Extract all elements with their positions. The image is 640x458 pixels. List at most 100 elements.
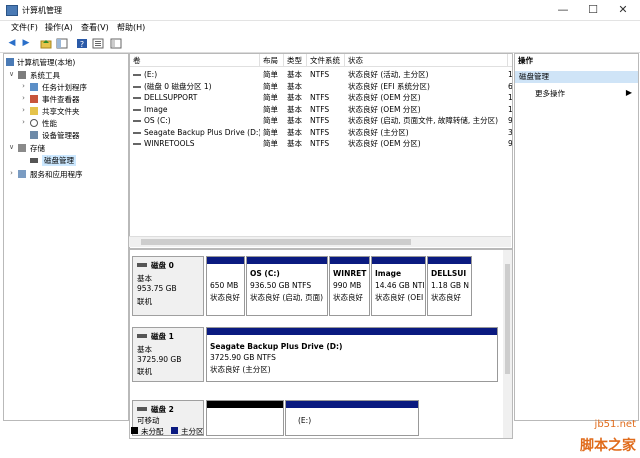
volume-cell-status: 状态良好 (EFI 系统分区) bbox=[348, 81, 430, 91]
volume-list: 卷 布局 类型 文件系统 状态 (E:) 简单 基本 NTFS 状态良好 (活动, 主分… bbox=[129, 53, 513, 249]
partition-bar bbox=[330, 257, 369, 264]
partition-size: 14.46 GB NTI bbox=[375, 281, 424, 290]
performance-icon bbox=[30, 119, 38, 127]
volume-row[interactable]: DELLSUPPORT 简单基本 NTFS 状态良好 (OEM 分区) 1 bbox=[130, 92, 512, 104]
partition-size: 3725.90 GB NTFS bbox=[210, 353, 276, 362]
tree-label: 设备管理器 bbox=[42, 131, 80, 140]
volume-cell-type: 基本 bbox=[287, 127, 302, 137]
volume-row[interactable]: Seagate Backup Plus Drive (D:) 简单 基本 NTFS 状态… bbox=[130, 127, 512, 139]
collapse-icon[interactable]: ∨ bbox=[8, 143, 15, 151]
title-bar: 计算机管理 — ☐ ✕ bbox=[0, 0, 640, 21]
menu-file[interactable]: 文件(F) bbox=[11, 22, 38, 33]
volume-cell-status: 状态良好 (主分区) bbox=[348, 127, 409, 137]
disk-1-info[interactable]: 磁盘 1 基本 3725.90 GB 联机 bbox=[132, 327, 204, 382]
volume-cell-layout: 简单 bbox=[263, 116, 278, 125]
tree-label: 系统工具 bbox=[30, 71, 60, 80]
tools-icon bbox=[18, 71, 26, 79]
volume-row[interactable]: WINRETOOLS 简单基本 NTFS 状态良好 (OEM 分区) 9 bbox=[130, 138, 512, 150]
partition-e[interactable]: (E:) bbox=[285, 400, 419, 436]
disk-icon bbox=[137, 334, 147, 338]
volume-cell-layout: 简单 bbox=[263, 70, 278, 79]
partition-efi[interactable]: 650 MB 状态良好 bbox=[206, 256, 245, 316]
volume-row[interactable]: (E:) 简单基本 NTFS 状态良好 (活动, 主分区) 1 bbox=[130, 69, 512, 81]
volume-cell-truncated: 1 bbox=[508, 92, 512, 104]
partition-seagate-d[interactable]: Seagate Backup Plus Drive (D:) 3725.90 G… bbox=[206, 327, 498, 382]
volume-cell-vol: Image bbox=[144, 104, 168, 114]
volume-icon bbox=[133, 97, 141, 99]
disk-0-info[interactable]: 磁盘 0 基本 953.75 GB 联机 bbox=[132, 256, 204, 316]
column-header-type[interactable]: 类型 bbox=[284, 54, 307, 67]
partition-bar bbox=[207, 328, 497, 335]
actions-section-disk-management[interactable]: 磁盘管理 bbox=[515, 71, 638, 83]
navigation-tree: 计算机管理(本地) ∨ 系统工具 › 任务计划程序 › 事件查看器 › 共享文件… bbox=[3, 53, 129, 421]
collapse-icon[interactable]: ∨ bbox=[8, 70, 15, 78]
partition-status: 状态良好 (主分区) bbox=[210, 365, 271, 374]
menu-action[interactable]: 操作(A) bbox=[45, 22, 73, 33]
watermark-url: jb51.net bbox=[594, 419, 636, 430]
partition-os-c[interactable]: OS (C:) 936.50 GB NTFS 状态良好 (启动, 页面) bbox=[246, 256, 328, 316]
vertical-scrollbar[interactable] bbox=[503, 250, 512, 438]
volume-cell-fs bbox=[310, 81, 345, 93]
computer-management-icon bbox=[6, 5, 18, 16]
volume-cell-truncated: 6 bbox=[508, 81, 512, 93]
volume-cell-fs: NTFS bbox=[310, 93, 330, 102]
properties-icon[interactable] bbox=[92, 38, 104, 49]
volume-cell-type: 基本 bbox=[287, 70, 302, 79]
volume-cell-vol: DELLSUPPORT bbox=[144, 93, 198, 102]
device-manager-icon bbox=[30, 131, 38, 139]
more-actions-item[interactable]: 更多操作 bbox=[535, 88, 565, 99]
volume-cell-type: 基本 bbox=[287, 93, 302, 102]
horizontal-scrollbar[interactable] bbox=[129, 236, 511, 247]
tree-label: 任务计划程序 bbox=[42, 83, 87, 92]
partition-status: 状态良好 bbox=[210, 293, 240, 302]
tree-label: 磁盘管理 bbox=[42, 155, 76, 166]
shared-folder-icon bbox=[30, 107, 38, 115]
volume-cell-fs: NTFS bbox=[310, 104, 330, 114]
computer-icon bbox=[6, 58, 14, 66]
show-hide-tree-icon[interactable] bbox=[56, 38, 68, 49]
volume-cell-truncated: 1 bbox=[508, 69, 512, 81]
expand-icon[interactable]: › bbox=[20, 118, 27, 126]
partition-image[interactable]: Image 14.46 GB NTI 状态良好 (OEI bbox=[371, 256, 426, 316]
partition-dellsupport[interactable]: DELLSUI 1.18 GB N 状态良好 bbox=[427, 256, 472, 316]
view-icon[interactable] bbox=[110, 38, 122, 49]
expand-icon[interactable]: › bbox=[20, 94, 27, 102]
tree-label: 共享文件夹 bbox=[42, 107, 80, 116]
expand-icon[interactable]: › bbox=[20, 82, 27, 90]
minimize-button[interactable]: — bbox=[548, 0, 578, 20]
partition-bar bbox=[286, 401, 418, 408]
volume-cell-fs: NTFS bbox=[310, 70, 330, 79]
column-header-filesystem[interactable]: 文件系统 bbox=[307, 54, 345, 67]
scroll-thumb[interactable] bbox=[141, 239, 411, 245]
maximize-button[interactable]: ☐ bbox=[578, 0, 608, 20]
volume-cell-vol: Seagate Backup Plus Drive (D:) bbox=[144, 127, 260, 137]
partition-label: WINRET bbox=[333, 269, 367, 278]
expand-icon[interactable]: › bbox=[8, 169, 15, 177]
volume-row[interactable]: (磁盘 0 磁盘分区 1) 简单基本 状态良好 (EFI 系统分区) 6 bbox=[130, 81, 512, 93]
close-button[interactable]: ✕ bbox=[608, 0, 638, 20]
partition-bar bbox=[428, 257, 471, 264]
volume-row[interactable]: Image 简单基本 NTFS 状态良好 (OEM 分区) 1 bbox=[130, 104, 512, 116]
partition-bar bbox=[207, 401, 283, 408]
volume-cell-status: 状态良好 (启动, 页面文件, 故障转储, 主分区) bbox=[348, 116, 499, 125]
forward-arrow-icon[interactable]: ▶ bbox=[20, 38, 32, 49]
actions-pane: 操作 磁盘管理 更多操作 ▶ bbox=[514, 53, 639, 421]
up-folder-icon[interactable] bbox=[40, 38, 52, 49]
partition-status: 状态良好 (启动, 页面) bbox=[250, 293, 324, 302]
menu-view[interactable]: 查看(V) bbox=[81, 22, 109, 33]
volume-cell-status: 状态良好 (OEM 分区) bbox=[348, 93, 421, 102]
submenu-arrow-icon[interactable]: ▶ bbox=[626, 88, 632, 97]
partition-unallocated[interactable] bbox=[206, 400, 284, 436]
back-arrow-icon[interactable]: ◀ bbox=[6, 38, 18, 49]
column-header-volume[interactable]: 卷 bbox=[130, 54, 260, 67]
menu-help[interactable]: 帮助(H) bbox=[117, 22, 145, 33]
volume-row[interactable]: OS (C:) 简单 基本 NTFS 状态良好 (启动, 页面文件, 故障转储, 主分区… bbox=[130, 115, 512, 127]
volume-cell-vol: OS (C:) bbox=[144, 116, 171, 125]
expand-icon[interactable]: › bbox=[20, 106, 27, 114]
actions-header: 操作 bbox=[518, 56, 533, 65]
help-icon[interactable]: ? bbox=[76, 38, 88, 49]
partition-winretools[interactable]: WINRET 990 MB 状态良好 bbox=[329, 256, 370, 316]
column-header-layout[interactable]: 布局 bbox=[260, 54, 284, 67]
scroll-thumb[interactable] bbox=[505, 264, 510, 374]
column-header-status[interactable]: 状态 bbox=[345, 54, 508, 67]
